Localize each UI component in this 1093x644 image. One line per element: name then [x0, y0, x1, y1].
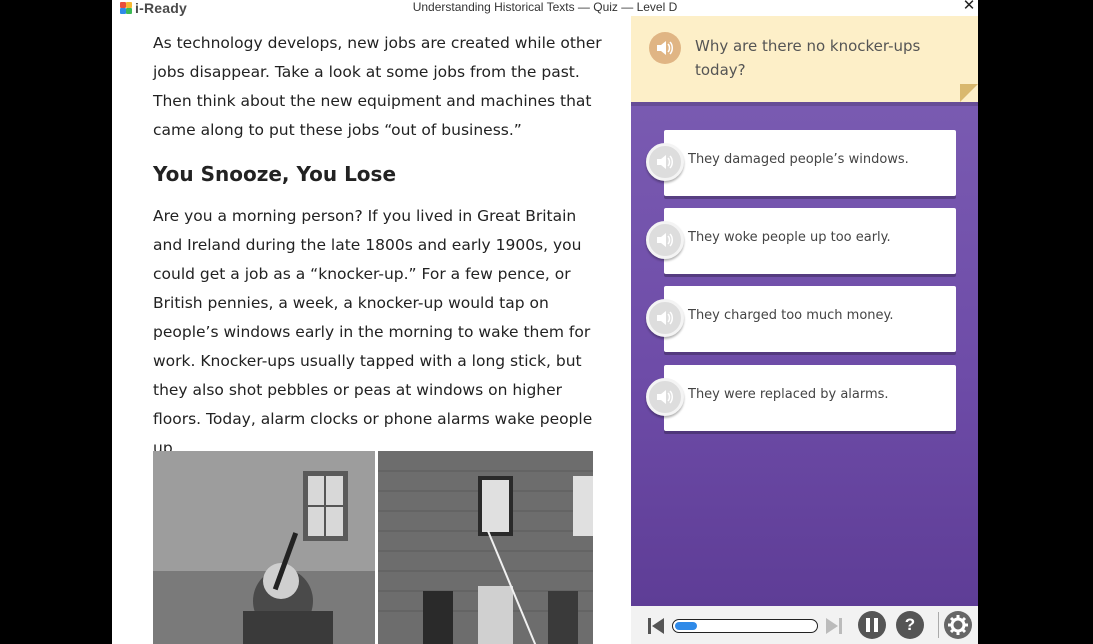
knocker-up-photo-right — [378, 451, 593, 644]
answer-audio-button[interactable] — [646, 143, 684, 181]
pause-button[interactable] — [858, 611, 886, 639]
answer-label: They charged too much money. — [688, 308, 894, 323]
skip-back-button[interactable] — [646, 616, 666, 641]
speaker-icon — [657, 311, 673, 325]
progress-bar — [672, 619, 818, 633]
speaker-icon — [657, 233, 673, 247]
question-text: Why are there no knocker-ups today? — [695, 37, 921, 79]
answer-label: They were replaced by alarms. — [688, 387, 889, 402]
answer-option-1[interactable]: They damaged people’s windows. — [646, 130, 956, 196]
answer-option-2[interactable]: They woke people up too early. — [646, 208, 956, 274]
quiz-panel: Why are there no knocker-ups today? They… — [631, 16, 978, 606]
progress-fill — [675, 622, 697, 630]
answer-option-4[interactable]: They were replaced by alarms. — [646, 365, 956, 431]
control-divider — [938, 612, 939, 638]
skip-forward-button[interactable] — [824, 616, 844, 641]
help-button[interactable]: ? — [896, 611, 924, 639]
intro-paragraph: As technology develops, new jobs are cre… — [153, 34, 602, 139]
reading-passage: As technology develops, new jobs are cre… — [112, 16, 631, 644]
question-audio-button[interactable] — [649, 32, 681, 64]
speaker-icon — [657, 41, 673, 55]
knocker-up-photo-left — [153, 451, 375, 644]
speaker-icon — [657, 155, 673, 169]
close-button[interactable]: ✕ — [960, 0, 978, 15]
skip-back-icon — [648, 618, 664, 634]
page-fold — [960, 84, 978, 102]
skip-forward-icon — [826, 618, 842, 634]
pause-icon — [866, 618, 878, 632]
answer-label: They damaged people’s windows. — [688, 152, 909, 167]
settings-button[interactable] — [944, 611, 972, 639]
answer-audio-button[interactable] — [646, 299, 684, 337]
section-heading: You Snooze, You Lose — [153, 162, 397, 186]
settings-icon — [948, 615, 968, 635]
answer-label: They woke people up too early. — [688, 230, 891, 245]
answer-audio-button[interactable] — [646, 378, 684, 416]
body-paragraph: Are you a morning person? If you lived i… — [153, 207, 593, 457]
answer-audio-button[interactable] — [646, 221, 684, 259]
question-box: Why are there no knocker-ups today? — [631, 16, 978, 102]
help-icon: ? — [904, 615, 916, 634]
answer-option-3[interactable]: They charged too much money. — [646, 286, 956, 352]
historical-photos — [153, 451, 593, 644]
speaker-icon — [657, 390, 673, 404]
window-title: Understanding Historical Texts — Quiz — … — [412, 0, 678, 14]
control-bar: ? — [631, 606, 978, 644]
